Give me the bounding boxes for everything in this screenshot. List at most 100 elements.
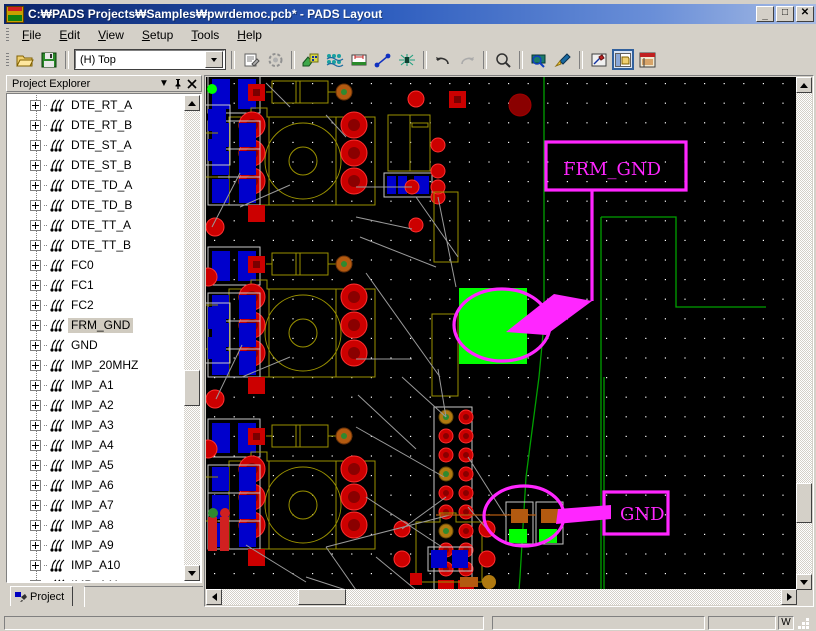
expand-icon[interactable]	[30, 119, 41, 131]
tree-item-frm_gnd[interactable]: FRM_GND	[8, 315, 184, 335]
canvas-v-scroll-thumb[interactable]	[796, 483, 812, 523]
expand-icon[interactable]	[30, 479, 41, 491]
tree-item-dte_rt_a[interactable]: DTE_RT_A	[8, 95, 184, 115]
menu-item-edit[interactable]: Edit	[50, 26, 89, 44]
menu-item-tools[interactable]: Tools	[182, 26, 228, 44]
tree-item-dte_st_b[interactable]: DTE_ST_B	[8, 155, 184, 175]
tree-item-dte_st_a[interactable]: DTE_ST_A	[8, 135, 184, 155]
canvas-scroll-up-button[interactable]	[796, 77, 812, 93]
design-properties-icon[interactable]	[240, 49, 262, 70]
save-file-icon[interactable]	[38, 49, 60, 70]
tree-item-imp_a3[interactable]: IMP_A3	[8, 415, 184, 435]
fanout-icon[interactable]	[396, 49, 418, 70]
tree-item-imp_a4[interactable]: IMP_A4	[8, 435, 184, 455]
tree-item-imp_a7[interactable]: IMP_A7	[8, 495, 184, 515]
tree-item-imp_20mhz[interactable]: IMP_20MHZ	[8, 355, 184, 375]
scroll-down-button[interactable]	[184, 565, 200, 581]
expand-icon[interactable]	[30, 519, 41, 531]
minimize-button[interactable]: _	[756, 6, 774, 22]
chevron-down-icon[interactable]: ▼	[157, 77, 171, 91]
close-icon[interactable]	[185, 77, 199, 91]
canvas-scroll-right-button[interactable]	[781, 589, 797, 605]
project-explorer-scrollbar[interactable]	[184, 95, 200, 581]
expand-icon[interactable]	[30, 199, 41, 211]
expand-icon[interactable]	[30, 339, 41, 351]
tree-item-imp_a11[interactable]: IMP_A11	[8, 575, 184, 581]
canvas-h-scroll-thumb[interactable]	[298, 589, 346, 605]
chevron-down-icon[interactable]	[205, 51, 223, 68]
tab-project[interactable]: Project	[10, 586, 74, 606]
tree-item-dte_td_a[interactable]: DTE_TD_A	[8, 175, 184, 195]
menu-item-view[interactable]: View	[89, 26, 133, 44]
pads-logo-icon[interactable]	[636, 49, 658, 70]
project-explorer-icon[interactable]	[612, 49, 634, 70]
toolbar-drag-grip[interactable]	[6, 52, 9, 67]
expand-icon[interactable]	[30, 279, 41, 291]
tree-item-fc2[interactable]: FC2	[8, 295, 184, 315]
expand-icon[interactable]	[30, 459, 41, 471]
tree-item-dte_tt_a[interactable]: DTE_TT_A	[8, 215, 184, 235]
tree-item-dte_rt_b[interactable]: DTE_RT_B	[8, 115, 184, 135]
refresh-plane-icon[interactable]	[264, 49, 286, 70]
expand-icon[interactable]	[30, 139, 41, 151]
ime-indicator[interactable]: W	[778, 616, 794, 630]
highlight-brush-icon[interactable]	[552, 49, 574, 70]
menu-item-help[interactable]: Help	[228, 26, 271, 44]
menu-item-file[interactable]: File	[13, 26, 50, 44]
tree-item-gnd[interactable]: GND	[8, 335, 184, 355]
tree-item-imp_a8[interactable]: IMP_A8	[8, 515, 184, 535]
expand-icon[interactable]	[30, 319, 41, 331]
pads-router-icon[interactable]	[588, 49, 610, 70]
zoom-icon[interactable]	[492, 49, 514, 70]
tree-item-imp_a9[interactable]: IMP_A9	[8, 535, 184, 555]
expand-icon[interactable]	[30, 359, 41, 371]
redo-icon[interactable]	[456, 49, 478, 70]
undo-icon[interactable]	[432, 49, 454, 70]
tree-item-dte_tt_b[interactable]: DTE_TT_B	[8, 235, 184, 255]
expand-icon[interactable]	[30, 299, 41, 311]
canvas-v-scroll-track[interactable]	[796, 93, 812, 574]
route-toolbar-icon[interactable]	[372, 49, 394, 70]
tree-item-fc0[interactable]: FC0	[8, 255, 184, 275]
expand-icon[interactable]	[30, 439, 41, 451]
pour-manager-icon[interactable]	[300, 49, 322, 70]
expand-icon[interactable]	[30, 99, 41, 111]
layer-combo[interactable]: (H) Top	[74, 49, 226, 70]
expand-icon[interactable]	[30, 179, 41, 191]
pcb-canvas[interactable]: FRM_GND GND	[206, 77, 797, 590]
canvas-vertical-scrollbar[interactable]	[796, 77, 812, 590]
dimensioning-icon[interactable]	[348, 49, 370, 70]
canvas-horizontal-scrollbar[interactable]	[206, 589, 797, 605]
tree-item-imp_a5[interactable]: IMP_A5	[8, 455, 184, 475]
tree-item-imp_a6[interactable]: IMP_A6	[8, 475, 184, 495]
close-button[interactable]: ✕	[796, 6, 814, 22]
pin-icon[interactable]	[171, 77, 185, 91]
expand-icon[interactable]	[30, 219, 41, 231]
expand-icon[interactable]	[30, 579, 41, 581]
canvas-scroll-down-button[interactable]	[796, 574, 812, 590]
net-tree[interactable]: DTE_RT_A DTE_RT_B DTE_ST_A DTE_ST_B DTE_TD_A…	[8, 95, 184, 581]
expand-icon[interactable]	[30, 399, 41, 411]
expand-icon[interactable]	[30, 259, 41, 271]
tree-item-imp_a2[interactable]: IMP_A2	[8, 395, 184, 415]
tree-item-imp_a10[interactable]: IMP_A10	[8, 555, 184, 575]
expand-icon[interactable]	[30, 379, 41, 391]
expand-icon[interactable]	[30, 499, 41, 511]
scroll-up-button[interactable]	[184, 95, 200, 111]
tree-item-dte_td_b[interactable]: DTE_TD_B	[8, 195, 184, 215]
menu-item-setup[interactable]: Setup	[133, 26, 182, 44]
tree-item-fc1[interactable]: FC1	[8, 275, 184, 295]
canvas-scroll-left-button[interactable]	[206, 589, 222, 605]
open-file-icon[interactable]	[14, 49, 36, 70]
expand-icon[interactable]	[30, 159, 41, 171]
scroll-thumb[interactable]	[184, 370, 200, 406]
scroll-track[interactable]	[184, 111, 200, 565]
resize-grip[interactable]	[796, 616, 810, 630]
expand-icon[interactable]	[30, 539, 41, 551]
maximize-button[interactable]: □	[776, 6, 794, 22]
canvas-h-scroll-track[interactable]	[222, 589, 781, 605]
expand-icon[interactable]	[30, 419, 41, 431]
view-preview-icon[interactable]	[528, 49, 550, 70]
tree-item-imp_a1[interactable]: IMP_A1	[8, 375, 184, 395]
menu-drag-grip[interactable]	[6, 28, 9, 42]
